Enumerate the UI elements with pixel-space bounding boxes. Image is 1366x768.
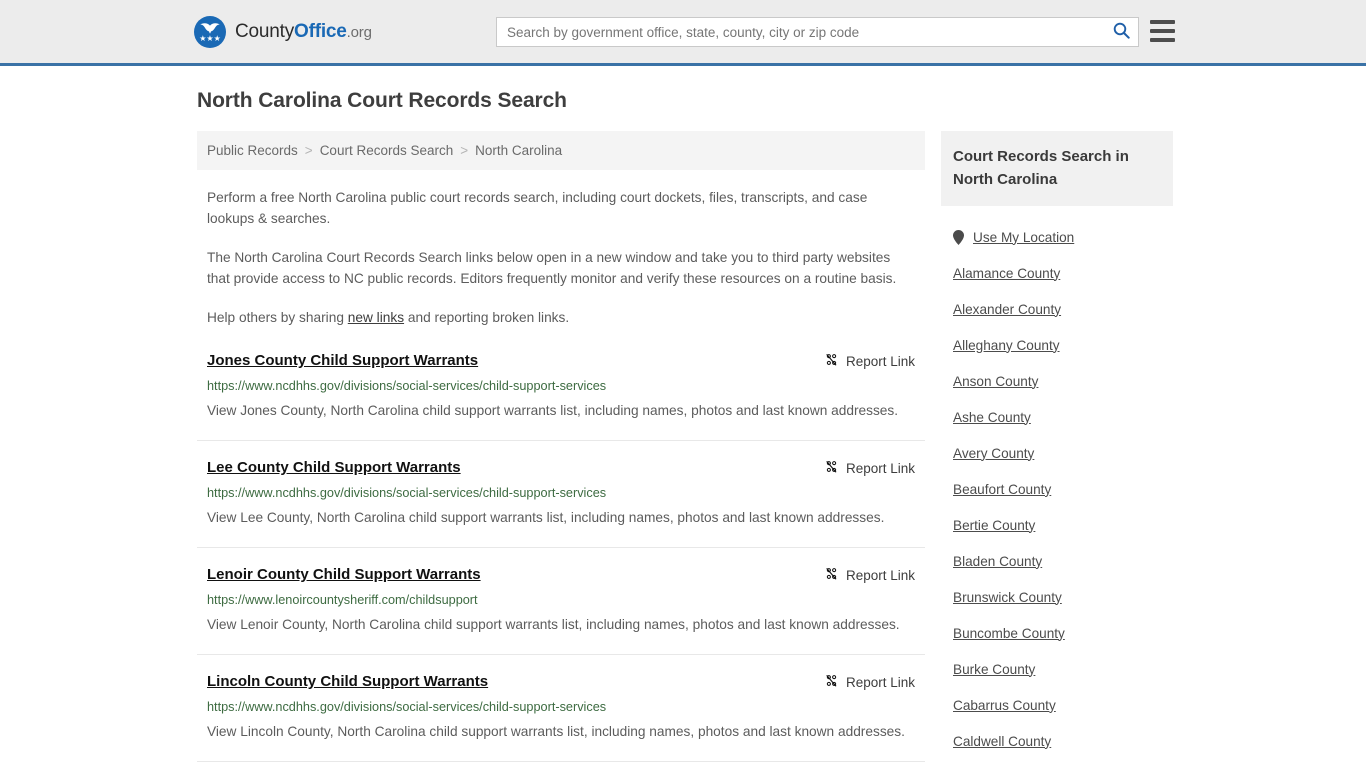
- sidebar-item-county[interactable]: Alamance County: [953, 255, 1173, 291]
- report-link-button[interactable]: Report Link: [824, 459, 915, 477]
- page-title: North Carolina Court Records Search: [197, 89, 567, 112]
- sidebar-item-county[interactable]: Anson County: [953, 363, 1173, 399]
- result-url: https://www.ncdhhs.gov/divisions/social-…: [207, 379, 607, 393]
- report-link-label: Report Link: [845, 460, 915, 476]
- county-link[interactable]: Burke County: [953, 662, 1035, 677]
- report-link-label: Report Link: [845, 674, 915, 690]
- report-link-label: Report Link: [845, 567, 915, 583]
- sidebar-item-county[interactable]: Alexander County: [953, 291, 1173, 327]
- intro-paragraph-2: The North Carolina Court Records Search …: [207, 250, 897, 286]
- result-item: Lincoln County Child Support Warrants Re…: [197, 655, 925, 762]
- sidebar-item-county[interactable]: Avery County: [953, 435, 1173, 471]
- broken-link-icon: [824, 566, 839, 584]
- report-link-button[interactable]: Report Link: [824, 566, 915, 584]
- search-button[interactable]: [1104, 18, 1138, 46]
- county-link[interactable]: Anson County: [953, 374, 1038, 389]
- breadcrumb-separator: >: [460, 143, 469, 158]
- search-box[interactable]: [496, 17, 1139, 47]
- result-title-link[interactable]: Lenoir County Child Support Warrants: [207, 565, 481, 584]
- result-url: https://www.ncdhhs.gov/divisions/social-…: [207, 700, 607, 714]
- logo-text-office: Office: [294, 21, 347, 42]
- county-link[interactable]: Bertie County: [953, 518, 1035, 533]
- result-description: View Lee County, North Carolina child su…: [207, 510, 885, 525]
- sidebar-county-list: Use My Location Alamance County Alexande…: [941, 219, 1173, 768]
- sidebar-item-use-my-location[interactable]: Use My Location: [953, 219, 1173, 255]
- intro-paragraph-1: Perform a free North Carolina public cou…: [207, 190, 868, 226]
- sidebar-item-county[interactable]: Cabarrus County: [953, 687, 1173, 723]
- sidebar-item-county[interactable]: Brunswick County: [953, 579, 1173, 615]
- result-title-link[interactable]: Lincoln County Child Support Warrants: [207, 672, 488, 691]
- county-link[interactable]: Beaufort County: [953, 482, 1051, 497]
- page-body: North Carolina Court Records Search Publ…: [0, 87, 1366, 768]
- result-url: https://www.lenoircountysheriff.com/chil…: [207, 593, 478, 607]
- breadcrumb: Public Records > Court Records Search > …: [197, 131, 925, 170]
- use-my-location-link[interactable]: Use My Location: [973, 230, 1074, 245]
- eagle-stars-logo-icon: ★★★: [194, 16, 226, 48]
- site-logo-link[interactable]: ★★★ CountyOffice.org: [194, 16, 372, 48]
- county-link[interactable]: Caldwell County: [953, 734, 1051, 749]
- site-header: ★★★ CountyOffice.org: [0, 0, 1366, 66]
- intro-p3-after: and reporting broken links.: [404, 310, 570, 325]
- intro-p3-before: Help others by sharing: [207, 310, 348, 325]
- breadcrumb-separator: >: [304, 143, 313, 158]
- sidebar-item-county[interactable]: Ashe County: [953, 399, 1173, 435]
- result-url: https://www.ncdhhs.gov/divisions/social-…: [207, 486, 607, 500]
- sidebar-item-county[interactable]: Alleghany County: [953, 327, 1173, 363]
- sidebar-item-county[interactable]: Bladen County: [953, 543, 1173, 579]
- sidebar: Court Records Search in North Carolina U…: [941, 131, 1173, 768]
- county-link[interactable]: Alamance County: [953, 266, 1060, 281]
- result-description: View Lincoln County, North Carolina chil…: [207, 724, 905, 739]
- report-link-label: Report Link: [845, 353, 915, 369]
- county-link[interactable]: Alexander County: [953, 302, 1061, 317]
- main-content: Public Records > Court Records Search > …: [197, 131, 925, 762]
- county-link[interactable]: Avery County: [953, 446, 1034, 461]
- result-item: Lee County Child Support Warrants Report…: [197, 441, 925, 548]
- breadcrumb-item-court-records-search[interactable]: Court Records Search: [320, 143, 454, 158]
- hamburger-menu-icon[interactable]: [1150, 20, 1175, 42]
- sidebar-item-county[interactable]: Caldwell County: [953, 723, 1173, 759]
- sidebar-item-county[interactable]: Bertie County: [953, 507, 1173, 543]
- county-link[interactable]: Buncombe County: [953, 626, 1065, 641]
- county-link[interactable]: Brunswick County: [953, 590, 1062, 605]
- sidebar-item-county[interactable]: Camden County: [953, 759, 1173, 768]
- map-pin-icon: [953, 229, 964, 245]
- site-logo-text: CountyOffice.org: [235, 21, 372, 43]
- sidebar-item-county[interactable]: Beaufort County: [953, 471, 1173, 507]
- sidebar-item-county[interactable]: Burke County: [953, 651, 1173, 687]
- county-link[interactable]: Bladen County: [953, 554, 1042, 569]
- breadcrumb-item-north-carolina[interactable]: North Carolina: [475, 143, 562, 158]
- report-link-button[interactable]: Report Link: [824, 352, 915, 370]
- sidebar-heading: Court Records Search in North Carolina: [941, 131, 1173, 206]
- broken-link-icon: [824, 459, 839, 477]
- new-links-link[interactable]: new links: [348, 310, 404, 325]
- intro-text: Perform a free North Carolina public cou…: [197, 187, 925, 328]
- county-link[interactable]: Ashe County: [953, 410, 1031, 425]
- county-link[interactable]: Alleghany County: [953, 338, 1060, 353]
- result-title-link[interactable]: Lee County Child Support Warrants: [207, 458, 461, 477]
- county-link[interactable]: Cabarrus County: [953, 698, 1056, 713]
- logo-text-org: .org: [346, 24, 372, 41]
- broken-link-icon: [824, 352, 839, 370]
- result-description: View Jones County, North Carolina child …: [207, 403, 899, 418]
- result-title-link[interactable]: Jones County Child Support Warrants: [207, 351, 478, 370]
- results-list: Jones County Child Support Warrants Repo…: [197, 351, 925, 762]
- result-item: Jones County Child Support Warrants Repo…: [197, 351, 925, 441]
- search-icon: [1113, 22, 1130, 42]
- intro-paragraph-3: Help others by sharing new links and rep…: [207, 307, 915, 328]
- logo-text-county: County: [235, 21, 295, 42]
- result-description: View Lenoir County, North Carolina child…: [207, 617, 900, 632]
- breadcrumb-item-public-records[interactable]: Public Records: [207, 143, 298, 158]
- result-item: Lenoir County Child Support Warrants Rep…: [197, 548, 925, 655]
- report-link-button[interactable]: Report Link: [824, 673, 915, 691]
- logo-stars: ★★★: [199, 34, 221, 43]
- sidebar-item-county[interactable]: Buncombe County: [953, 615, 1173, 651]
- broken-link-icon: [824, 673, 839, 691]
- search-input[interactable]: [497, 18, 1104, 46]
